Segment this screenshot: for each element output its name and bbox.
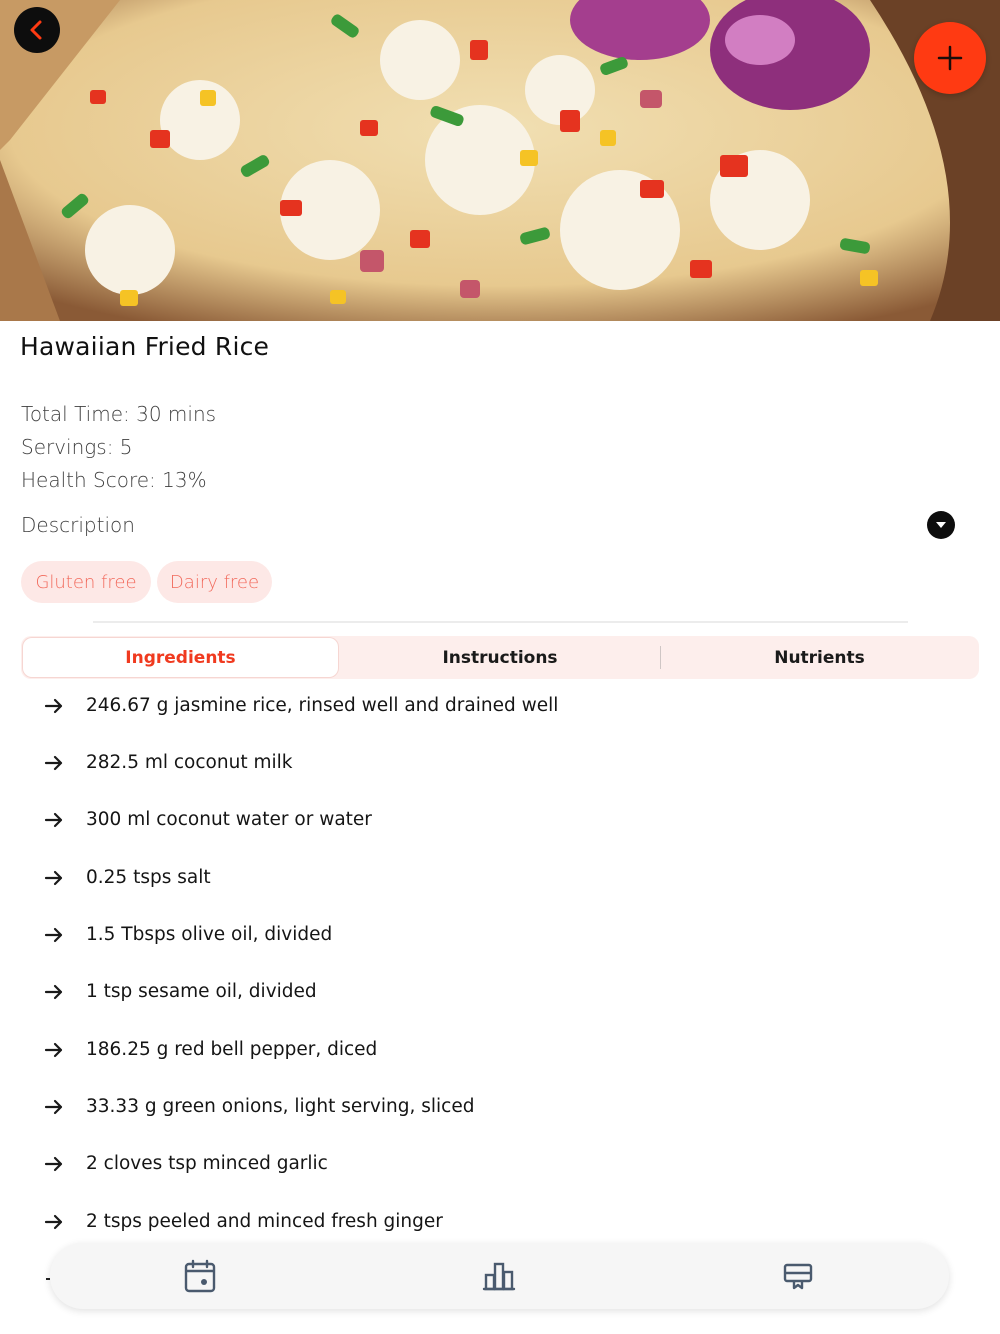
- arrow-right-icon: [44, 1214, 63, 1230]
- section-divider: [93, 621, 908, 623]
- health-score: Health Score: 13%: [21, 468, 207, 492]
- ingredient-text: 33.33 g green onions, light serving, sli…: [86, 1096, 475, 1117]
- description-toggle-button[interactable]: [927, 511, 955, 539]
- chevron-down-icon: [936, 522, 946, 528]
- ingredient-text: 0.25 tsps salt: [86, 867, 211, 888]
- arrow-right-icon: [44, 1042, 63, 1058]
- recipe-hero-image: [0, 0, 1000, 321]
- ingredient-item: 33.33 g green onions, light serving, sli…: [0, 1079, 1000, 1136]
- ingredient-text: 186.25 g red bell pepper, diced: [86, 1039, 378, 1060]
- ingredient-item: 2 cloves tsp minced garlic: [0, 1136, 1000, 1193]
- plus-icon: [937, 45, 963, 71]
- chevron-left-icon: [30, 20, 42, 40]
- tab-separator: [660, 646, 661, 669]
- arrow-right-icon: [44, 927, 63, 943]
- ingredient-item: 246.67 g jasmine rice, rinsed well and d…: [0, 678, 1000, 735]
- arrow-right-icon: [44, 812, 63, 828]
- ingredient-text: 2 tsps peeled and minced fresh ginger: [86, 1211, 443, 1232]
- ingredient-text: 246.67 g jasmine rice, rinsed well and d…: [86, 695, 559, 716]
- tab-ingredients[interactable]: Ingredients: [23, 638, 338, 677]
- ingredient-text: 1 tsp sesame oil, divided: [86, 981, 317, 1002]
- ingredient-item: 300 ml coconut water or water: [0, 792, 1000, 849]
- tab-nutrients[interactable]: Nutrients: [662, 638, 977, 677]
- ingredient-text: 300 ml coconut water or water: [86, 809, 372, 830]
- ingredient-item: 1.5 Tbsps olive oil, divided: [0, 907, 1000, 964]
- ingredient-text: 1.5 Tbsps olive oil, divided: [86, 924, 333, 945]
- ingredient-text: 2 cloves tsp minced garlic: [86, 1153, 328, 1174]
- ingredient-text: 282.5 ml coconut milk: [86, 752, 293, 773]
- ingredient-item: 0.25 tsps salt: [0, 850, 1000, 907]
- nav-recipe-box-button[interactable]: [778, 1256, 818, 1296]
- back-button[interactable]: [14, 7, 60, 53]
- fried-rice-photo: [0, 0, 1000, 321]
- tag-chip-gluten-free: Gluten free: [21, 561, 151, 603]
- add-recipe-button[interactable]: [914, 22, 986, 94]
- ingredient-item: 186.25 g red bell pepper, diced: [0, 1022, 1000, 1079]
- arrow-right-icon: [44, 698, 63, 714]
- recipe-tabs: Ingredients Instructions Nutrients: [21, 636, 979, 679]
- arrow-right-icon: [44, 984, 63, 1000]
- description-label: Description: [21, 513, 135, 537]
- ingredient-item: 1 tsp sesame oil, divided: [0, 964, 1000, 1021]
- chart-icon: [482, 1262, 516, 1291]
- ingredient-item: 282.5 ml coconut milk: [0, 735, 1000, 792]
- total-time: Total Time: 30 mins: [21, 402, 217, 426]
- tab-instructions[interactable]: Instructions: [340, 638, 660, 677]
- arrow-right-icon: [44, 1156, 63, 1172]
- nav-chart-button[interactable]: [479, 1256, 519, 1296]
- recipe-box-icon: [783, 1263, 813, 1290]
- arrow-right-icon: [44, 870, 63, 886]
- arrow-right-icon: [44, 755, 63, 771]
- servings: Servings: 5: [21, 435, 133, 459]
- bottom-navigation-bar: [50, 1243, 949, 1309]
- nav-calendar-button[interactable]: [180, 1256, 220, 1296]
- tag-chip-dairy-free: Dairy free: [157, 561, 272, 603]
- arrow-right-icon: [44, 1099, 63, 1115]
- recipe-title: Hawaiian Fried Rice: [20, 332, 270, 361]
- calendar-icon: [184, 1259, 216, 1293]
